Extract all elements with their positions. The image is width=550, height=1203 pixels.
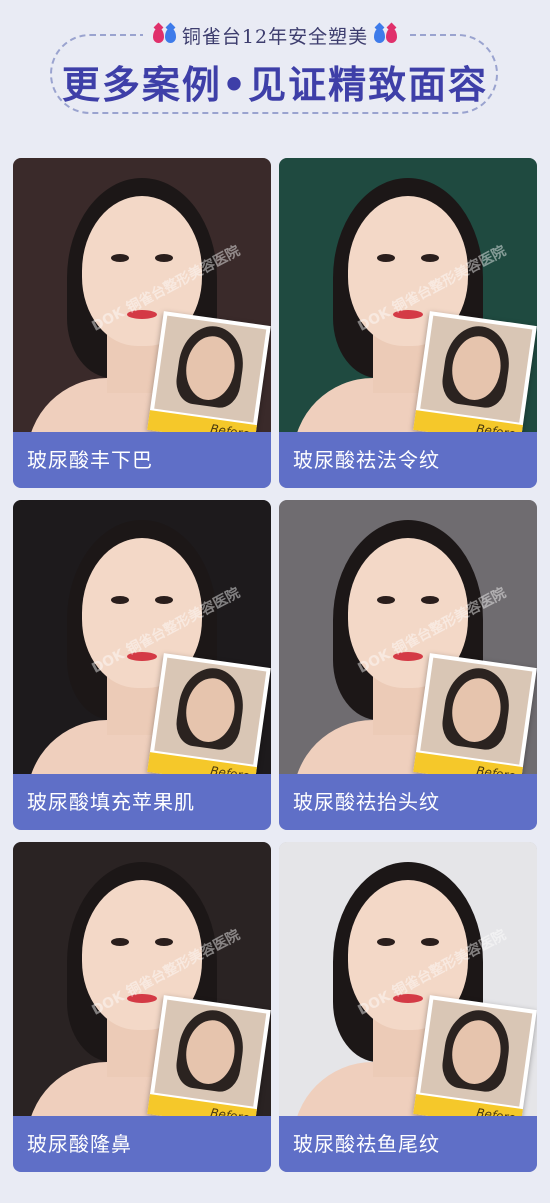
subtitle-pill: 铜雀台12年安全塑美 [142,20,408,50]
header: 铜雀台12年安全塑美 更多案例•见证精致面容 [0,0,550,150]
droplet-icon [374,27,398,43]
case-card[interactable]: DOK 铜雀台整形美容医院 Before 玻尿酸祛法令纹 [279,158,537,488]
case-caption: 玻尿酸隆鼻 [13,1116,271,1172]
case-caption: 玻尿酸祛法令纹 [279,432,537,488]
case-card[interactable]: DOK 铜雀台整形美容医院 Before 玻尿酸祛抬头纹 [279,500,537,830]
case-card[interactable]: DOK 铜雀台整形美容医院 Before 玻尿酸祛鱼尾纹 [279,842,537,1172]
case-caption: 玻尿酸祛抬头纹 [279,774,537,830]
subtitle: 铜雀台12年安全塑美 [181,25,369,48]
case-caption: 玻尿酸祛鱼尾纹 [279,1116,537,1172]
case-caption: 玻尿酸丰下巴 [13,432,271,488]
before-photo: Before [413,995,537,1129]
before-photo: Before [147,653,271,787]
before-photo: Before [413,311,537,445]
before-photo: Before [147,995,271,1129]
before-photo: Before [413,653,537,787]
case-card[interactable]: DOK 铜雀台整形美容医院 Before 玻尿酸丰下巴 [13,158,271,488]
page-title: 更多案例•见证精致面容 [61,63,489,107]
case-card[interactable]: DOK 铜雀台整形美容医院 Before 玻尿酸填充苹果肌 [13,500,271,830]
droplet-icon [152,27,176,43]
case-card[interactable]: DOK 铜雀台整形美容医院 Before 玻尿酸隆鼻 [13,842,271,1172]
before-photo: Before [147,311,271,445]
case-caption: 玻尿酸填充苹果肌 [13,774,271,830]
